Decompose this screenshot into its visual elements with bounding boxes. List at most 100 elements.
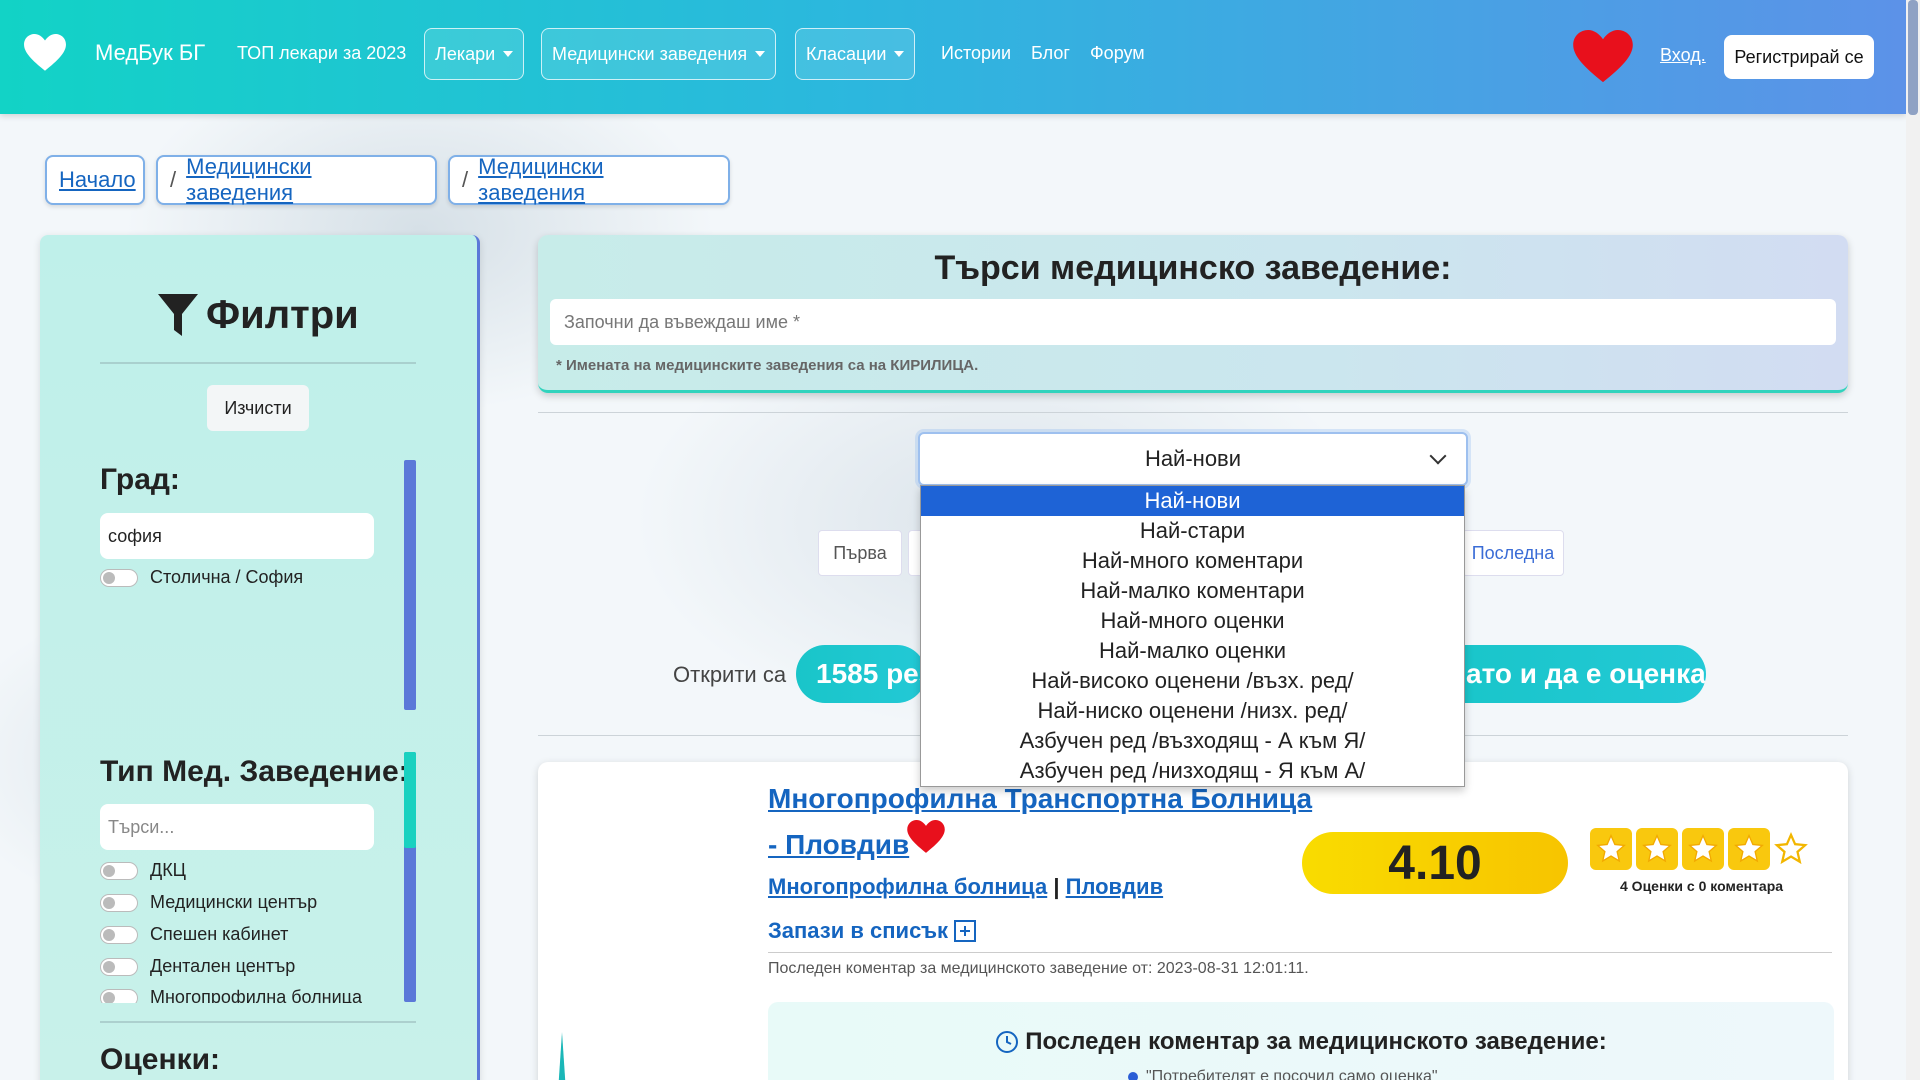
divider bbox=[100, 1021, 416, 1023]
heart-logo-icon[interactable] bbox=[24, 34, 66, 72]
sort-option[interactable]: Азбучен ред /възходящ - А към Я/ bbox=[921, 726, 1464, 756]
sort-option[interactable]: Най-много оценки bbox=[921, 606, 1464, 636]
sort-option[interactable]: Най-малко коментари bbox=[921, 576, 1464, 606]
facility-result-card: Многопрофилна Транспортна Болница - Плов… bbox=[538, 762, 1848, 1080]
facility-type-toggle[interactable] bbox=[100, 988, 138, 1003]
facility-type-label: ДКЦ bbox=[150, 860, 186, 880]
last-comment-date: Последен коментар за медицинското заведе… bbox=[768, 960, 1309, 977]
facility-type-row[interactable]: ДКЦ bbox=[100, 860, 186, 881]
caret-down-icon bbox=[755, 51, 766, 57]
last-comment-snippet: "Потребителят е посочил само оценка" bbox=[1128, 1068, 1438, 1080]
facility-type-label: Спешен кабинет bbox=[150, 924, 289, 944]
search-facility-card: Търси медицинско заведение: Започни да в… bbox=[538, 235, 1848, 393]
clock-icon bbox=[996, 1031, 1019, 1053]
facility-type-label: Дентален център bbox=[150, 956, 296, 976]
divider bbox=[768, 952, 1832, 953]
divider bbox=[100, 362, 416, 364]
facility-type-toggle[interactable] bbox=[100, 925, 138, 944]
ratings-count: 4 Оценки с 0 коментара bbox=[1620, 878, 1784, 894]
sort-option[interactable]: Най-много коментари bbox=[921, 546, 1464, 576]
sort-option[interactable]: Най-малко оценки bbox=[921, 636, 1464, 666]
meta-divider: | bbox=[1053, 874, 1060, 899]
nav-doctors-label: Лекари bbox=[435, 43, 496, 64]
caret-down-icon bbox=[503, 51, 514, 57]
facility-type-label: Медицински център bbox=[150, 892, 318, 912]
facility-type-row[interactable]: Медицински център bbox=[100, 892, 317, 913]
city-option-row[interactable]: Столична / София bbox=[100, 567, 303, 588]
filters-title-text: Филтри bbox=[206, 293, 359, 337]
filters-sidebar: Филтри Изчисти Град: софия Столична / Со… bbox=[40, 235, 480, 1080]
nav-rankings-label: Класации bbox=[806, 43, 887, 64]
facility-type-toggle[interactable] bbox=[100, 861, 138, 880]
nav-facilities-label: Медицински заведения bbox=[552, 43, 748, 64]
facility-type-row[interactable]: Многопрофилна болница bbox=[100, 987, 362, 1003]
results-count-badge: 1585 рез bbox=[796, 645, 926, 703]
star-filled-icon bbox=[1590, 828, 1632, 870]
facility-type-scrollbar-thumb[interactable] bbox=[404, 752, 416, 848]
results-count-tail-text: ато и да е оценка bbox=[1466, 658, 1706, 689]
city-list-scrollbar[interactable] bbox=[404, 460, 416, 710]
facility-type-search-input[interactable]: Търси... bbox=[100, 804, 374, 850]
nav-doctors-dropdown[interactable]: Лекари bbox=[424, 28, 525, 80]
page-scrollbar-thumb[interactable] bbox=[1908, 0, 1918, 115]
breadcrumb-separator: / bbox=[462, 167, 469, 192]
last-comment-snippet-text: "Потребителят е посочил само оценка" bbox=[1146, 1068, 1438, 1080]
facility-meta: Многопрофилна болница | Пловдив bbox=[768, 874, 1163, 900]
nav-facilities-dropdown[interactable]: Медицински заведения bbox=[541, 28, 777, 80]
facility-title-link[interactable]: Многопрофилна Транспортна Болница - Плов… bbox=[768, 776, 1328, 868]
facility-city-link[interactable]: Пловдив bbox=[1066, 874, 1163, 899]
breadcrumb-facilities-current[interactable]: / Медицински заведения bbox=[448, 154, 730, 206]
facility-search-input[interactable]: Започни да въвеждаш име * bbox=[550, 299, 1836, 345]
caret-down-icon bbox=[894, 51, 905, 57]
nav-blog-link[interactable]: Блог bbox=[1031, 43, 1070, 64]
breadcrumb-facilities-current-link[interactable]: Медицински заведения bbox=[478, 154, 716, 206]
page-last-button[interactable]: Последна bbox=[1462, 530, 1564, 576]
sort-dropdown-menu: Най-нови Най-стари Най-много коментари Н… bbox=[920, 485, 1465, 787]
last-comment-heading-text: Последен коментар за медицинското заведе… bbox=[1025, 1028, 1607, 1055]
divider bbox=[538, 412, 1848, 413]
facility-type-toggle[interactable] bbox=[100, 957, 138, 976]
facility-type-link[interactable]: Многопрофилна болница bbox=[768, 874, 1047, 899]
sort-select[interactable]: Най-нови bbox=[918, 432, 1468, 486]
facility-image-placeholder bbox=[558, 1032, 566, 1080]
sort-option[interactable]: Най-стари bbox=[921, 516, 1464, 546]
sort-option[interactable]: Азбучен ред /низходящ - Я към А/ bbox=[921, 756, 1464, 786]
favorites-heart-icon[interactable] bbox=[1573, 30, 1633, 84]
last-comment-box: Последен коментар за медицинското заведе… bbox=[768, 1002, 1834, 1080]
city-option-label: Столична / София bbox=[150, 567, 304, 587]
facility-type-label: Тип Мед. Заведение: bbox=[100, 755, 409, 788]
facility-type-row[interactable]: Дентален център bbox=[100, 956, 295, 977]
facility-type-toggle[interactable] bbox=[100, 893, 138, 912]
ratings-label: Оценки: bbox=[100, 1043, 221, 1076]
breadcrumb-home-link[interactable]: Начало bbox=[59, 167, 136, 193]
register-button[interactable]: Регистрирай се bbox=[1724, 35, 1874, 79]
sort-option[interactable]: Най-високо оценени /възх. ред/ bbox=[921, 666, 1464, 696]
city-option-toggle[interactable] bbox=[100, 568, 138, 587]
page-scrollbar[interactable] bbox=[1906, 0, 1920, 1080]
save-to-list-button[interactable]: Запази в списък bbox=[768, 918, 977, 944]
breadcrumb-home[interactable]: Начало bbox=[45, 155, 145, 205]
plus-square-icon bbox=[954, 920, 977, 942]
sort-option[interactable]: Най-ниско оценени /низх. ред/ bbox=[921, 696, 1464, 726]
star-filled-icon bbox=[1728, 828, 1770, 870]
favorite-heart-icon[interactable] bbox=[906, 820, 946, 854]
facility-type-clip: Многопрофилна болница bbox=[100, 983, 400, 1003]
login-link[interactable]: Вход. bbox=[1660, 45, 1706, 66]
page-first-button[interactable]: Първа bbox=[818, 530, 902, 576]
chevron-down-icon bbox=[1429, 447, 1447, 465]
clear-filters-button[interactable]: Изчисти bbox=[207, 385, 309, 431]
brand-name[interactable]: МедБук БГ bbox=[95, 40, 205, 66]
filter-funnel-icon bbox=[158, 293, 198, 336]
results-found-prefix: Открити са bbox=[673, 662, 787, 687]
sort-option[interactable]: Най-нови bbox=[921, 486, 1464, 516]
facility-type-row[interactable]: Спешен кабинет bbox=[100, 924, 288, 945]
top-doctors-link[interactable]: ТОП лекари за 2023 bbox=[237, 43, 406, 64]
nav-rankings-dropdown[interactable]: Класации bbox=[795, 28, 916, 80]
nav-forum-link[interactable]: Форум bbox=[1090, 43, 1145, 64]
breadcrumb-facilities-link[interactable]: Медицински заведения bbox=[186, 154, 423, 206]
nav-stories-link[interactable]: Истории bbox=[941, 43, 1011, 64]
star-empty-icon bbox=[1774, 832, 1808, 865]
sort-selected-value: Най-нови bbox=[1144, 446, 1242, 471]
city-input[interactable]: софия bbox=[100, 513, 374, 559]
breadcrumb-facilities[interactable]: / Медицински заведения bbox=[156, 154, 437, 206]
